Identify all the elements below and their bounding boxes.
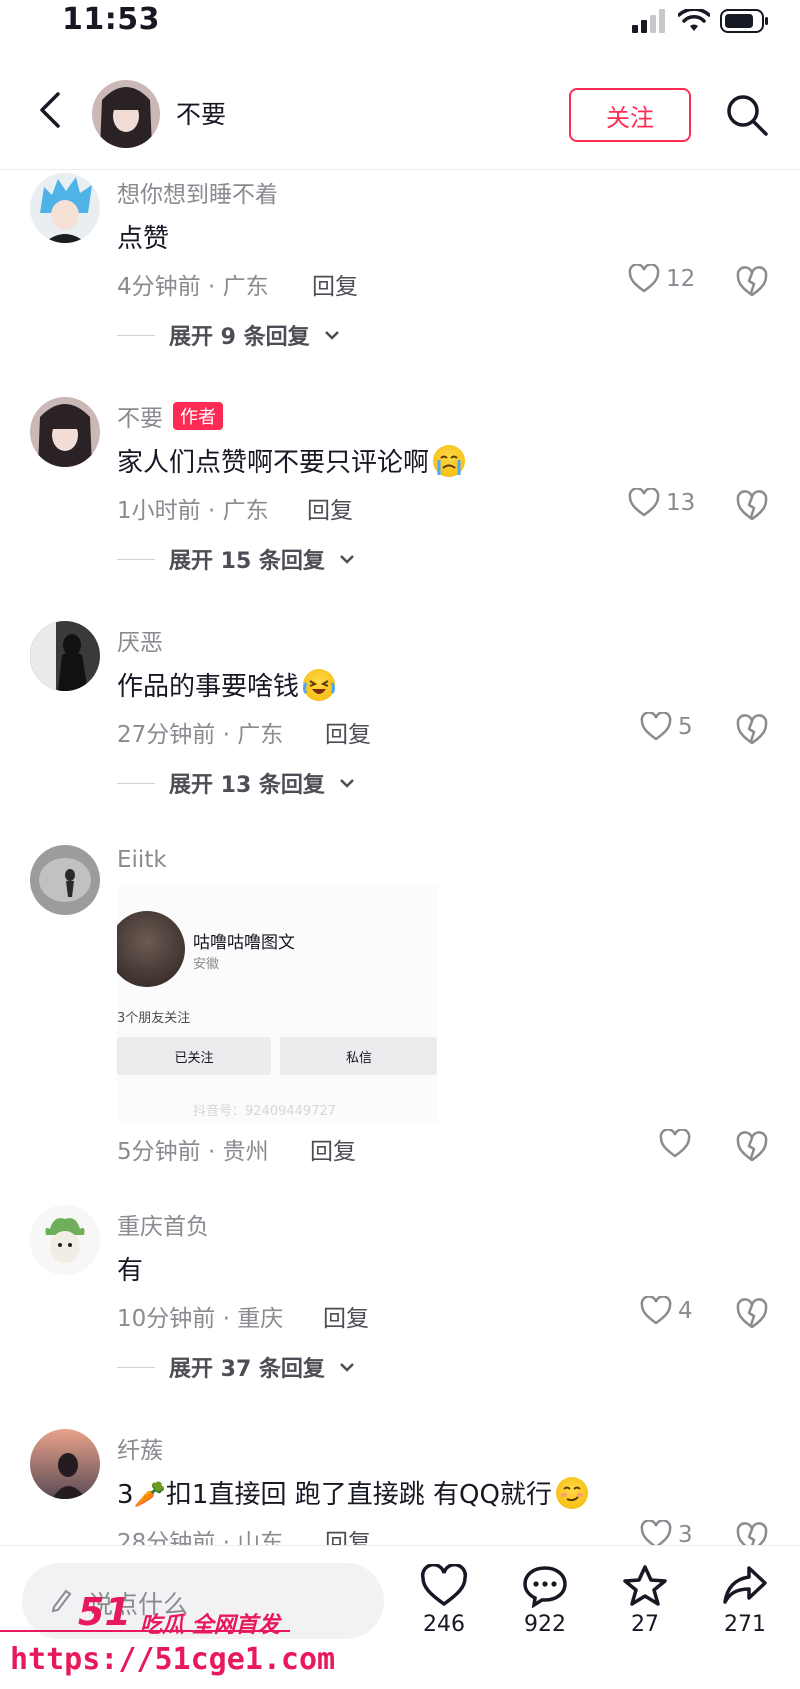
commenter-avatar[interactable] <box>30 621 100 691</box>
author-name[interactable]: 不要 <box>176 95 226 131</box>
watermark-brand: 51 <box>78 1590 131 1634</box>
battery-icon <box>720 9 768 33</box>
dislike-icon[interactable] <box>736 490 768 522</box>
chevron-down-icon <box>340 1363 354 1372</box>
comment-action[interactable]: 922 <box>505 1564 585 1637</box>
like-count: 5 <box>678 714 693 740</box>
expand-replies[interactable]: 展开 15 条回复 <box>117 543 355 575</box>
commenter-name[interactable]: 重庆首负 <box>117 1207 209 1241</box>
commenter-name[interactable]: 纤蔟 <box>117 1431 163 1465</box>
commenter-avatar[interactable] <box>30 1429 100 1499</box>
comment-meta: 10分钟前 · 重庆 <box>117 1306 284 1332</box>
signal-icon <box>632 9 665 33</box>
followed-button-image: 已关注 <box>117 1037 271 1075</box>
comment-icon <box>523 1566 567 1608</box>
comment-text: 点赞 <box>117 224 170 254</box>
share-action[interactable]: 271 <box>705 1564 785 1637</box>
chevron-down-icon <box>340 555 354 564</box>
like-total: 246 <box>423 1612 465 1637</box>
follow-button[interactable]: 关注 <box>569 88 691 142</box>
top-nav: 不要 关注 <box>0 50 800 170</box>
status-icons <box>632 8 770 34</box>
heart-icon <box>420 1564 468 1607</box>
comment-text: 有 <box>117 1256 144 1286</box>
commenter-name[interactable]: 想你想到睡不着 <box>117 175 278 209</box>
commenter-name[interactable]: 不要 作者 <box>117 399 223 433</box>
author-avatar[interactable] <box>92 80 160 148</box>
expand-replies[interactable]: 展开 13 条回复 <box>117 767 355 799</box>
comment-text: 家人们点赞啊不要只评论啊 <box>117 442 466 479</box>
commenter-avatar[interactable] <box>30 173 100 243</box>
comment-image[interactable]: 咕噜咕噜图文 安徽 3个朋友关注 已关注 私信 抖音号：92409449727 <box>117 885 437 1123</box>
divider <box>117 1366 155 1368</box>
heart-outline-icon <box>628 488 660 517</box>
divider <box>117 334 155 336</box>
watermark-url: https://51cge1.com <box>10 1642 336 1677</box>
comment-total: 922 <box>524 1612 566 1637</box>
comment-meta: 1小时前 · 广东 <box>117 498 269 524</box>
comment-text: 作品的事要啥钱 <box>117 666 336 703</box>
dislike-icon[interactable] <box>736 1131 768 1163</box>
dislike-icon[interactable] <box>736 1298 768 1330</box>
reply-button[interactable]: 回复 <box>307 491 353 525</box>
favorite-action[interactable]: 27 <box>605 1564 685 1637</box>
like-button[interactable]: 12 <box>628 264 695 294</box>
commenter-avatar[interactable] <box>30 1205 100 1275</box>
search-icon[interactable] <box>724 92 770 138</box>
crying-face-icon <box>433 444 466 477</box>
commenter-avatar[interactable] <box>30 845 100 915</box>
reply-button[interactable]: 回复 <box>310 1132 356 1166</box>
commenter-avatar[interactable] <box>30 397 100 467</box>
like-action[interactable]: 246 <box>404 1564 484 1637</box>
status-time: 11:53 <box>62 2 160 37</box>
status-bar: 11:53 <box>0 0 800 50</box>
heart-outline-icon <box>659 1129 691 1158</box>
heart-outline-icon <box>640 712 672 741</box>
share-icon <box>723 1566 767 1604</box>
reply-button[interactable]: 回复 <box>323 1299 369 1333</box>
heart-outline-icon <box>628 264 660 293</box>
comment-meta: 27分钟前 · 广东 <box>117 722 284 748</box>
reply-button[interactable]: 回复 <box>312 267 358 301</box>
commenter-name[interactable]: 厌恶 <box>117 623 163 657</box>
like-count: 4 <box>678 1298 693 1324</box>
watermark: 51 吃瓜 全网首发 https://51cge1.com <box>0 1590 335 1689</box>
message-button-image: 私信 <box>280 1037 437 1075</box>
like-button[interactable]: 4 <box>640 1296 693 1326</box>
comment-meta: 5分钟前 · 贵州 <box>117 1139 269 1165</box>
author-badge: 作者 <box>173 402 223 430</box>
heart-outline-icon <box>640 1296 672 1325</box>
back-icon[interactable] <box>34 90 68 130</box>
expand-replies[interactable]: 展开 37 条回复 <box>117 1351 355 1383</box>
profile-friends: 3个朋友关注 <box>117 1011 191 1026</box>
like-button[interactable]: 13 <box>628 488 695 518</box>
profile-location: 安徽 <box>193 957 220 972</box>
favorite-total: 27 <box>631 1612 659 1637</box>
dislike-icon[interactable] <box>736 266 768 298</box>
like-button[interactable]: 5 <box>640 712 693 742</box>
divider <box>117 558 155 560</box>
divider <box>117 782 155 784</box>
star-icon <box>623 1565 667 1606</box>
share-total: 271 <box>724 1612 766 1637</box>
like-count: 13 <box>666 490 696 516</box>
like-button[interactable] <box>659 1129 691 1159</box>
expand-replies[interactable]: 展开 9 条回复 <box>117 319 340 351</box>
chevron-down-icon <box>340 779 354 788</box>
profile-name: 咕噜咕噜图文 <box>193 933 295 953</box>
watermark-underline <box>0 1630 290 1632</box>
reply-button[interactable]: 回复 <box>325 715 371 749</box>
watermark-slogan: 吃瓜 全网首发 <box>140 1613 280 1638</box>
chevron-down-icon <box>324 331 339 340</box>
smirk-face-icon <box>555 1476 588 1509</box>
comment-meta: 4分钟前 · 广东 <box>117 274 269 300</box>
dislike-icon[interactable] <box>736 714 768 746</box>
profile-id: 抖音号：92409449727 <box>193 1104 336 1119</box>
commenter-name[interactable]: Eiitk <box>117 847 167 873</box>
comment-text: 3🥕扣1直接回 跑了直接跳 有QQ就行 <box>117 1474 588 1511</box>
laughing-crying-face-icon <box>303 668 336 701</box>
wifi-icon <box>678 9 710 31</box>
profile-avatar-image <box>117 911 185 987</box>
like-count: 12 <box>666 266 696 292</box>
